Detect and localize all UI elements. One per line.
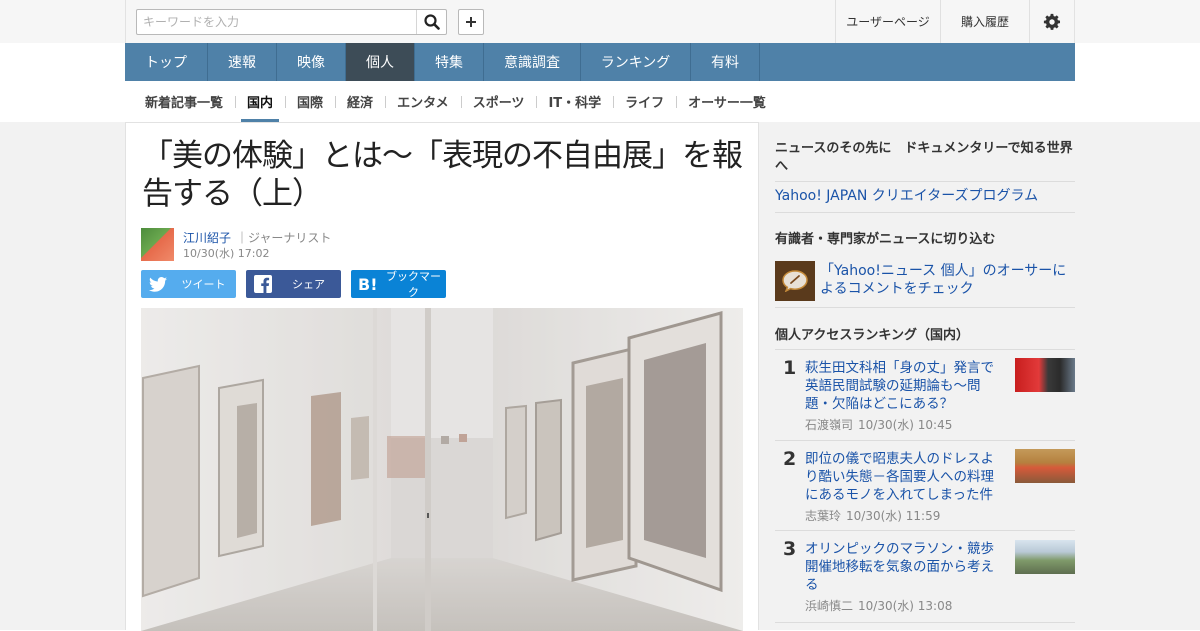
nav-survey[interactable]: 意識調査 xyxy=(484,43,581,81)
divider xyxy=(775,212,1075,213)
hatena-bookmark-icon: B! xyxy=(358,276,378,292)
nav-ranking[interactable]: ランキング xyxy=(581,43,691,81)
comment-thumbnail[interactable] xyxy=(775,261,815,301)
purchase-history-link[interactable]: 購入履歴 xyxy=(940,0,1029,43)
experts-comment-link[interactable]: 「Yahoo!ニュース 個人」のオーサーによるコメントをチェック xyxy=(820,262,1070,298)
article: 「美の体験」とは～「表現の不自由展」を報告する（上） 江川紹子 ｜ジャーナリスト… xyxy=(125,122,759,631)
rank-title[interactable]: 即位の儀で昭恵夫人のドレスより酷い失態－各国要人への料理にあるモノを入れてしまっ… xyxy=(805,450,1003,504)
rank-number: 2 xyxy=(783,448,797,470)
tweet-button[interactable]: ツイート xyxy=(141,270,236,298)
rank-thumbnail[interactable] xyxy=(1015,358,1075,392)
rank-author: 志葉玲 xyxy=(805,509,842,523)
search-box xyxy=(136,9,447,35)
rank-title[interactable]: オリンピックのマラソン・競歩 開催地移転を気象の面から考える xyxy=(805,540,1008,594)
tweet-label: ツイート xyxy=(181,278,226,291)
search-button[interactable] xyxy=(416,10,446,34)
rank-date: 10/30(水) 13:08 xyxy=(858,599,953,613)
rank-title[interactable]: 萩生田文科相「身の丈」発言で英語民間試験の延期論も～問題・欠陥はどこにある？ xyxy=(805,359,1003,413)
nav-video[interactable]: 映像 xyxy=(277,43,346,81)
rank-number: 1 xyxy=(783,357,797,379)
rank-thumbnail[interactable] xyxy=(1015,449,1075,483)
nav-features[interactable]: 特集 xyxy=(415,43,484,81)
subnav-sports[interactable]: スポーツ xyxy=(460,81,537,122)
subnav-economy[interactable]: 経済 xyxy=(335,81,385,122)
rank-date: 10/30(水) 10:45 xyxy=(858,418,953,432)
rank-number: 3 xyxy=(783,538,797,560)
sidebar: ニュースのその先に ドキュメンタリーで知る世界へ Yahoo! JAPAN クリ… xyxy=(775,122,1075,630)
author-name[interactable]: 江川紹子 xyxy=(183,229,231,246)
twitter-icon xyxy=(149,276,167,292)
divider xyxy=(775,530,1075,531)
nav-breaking[interactable]: 速報 xyxy=(208,43,277,81)
subnav-life[interactable]: ライフ xyxy=(613,81,676,122)
svg-text:B!: B! xyxy=(358,276,378,292)
settings-button[interactable] xyxy=(1029,0,1074,43)
article-title: 「美の体験」とは～「表現の不自由展」を報告する（上） xyxy=(142,138,743,212)
article-date: 10/30(水) 17:02 xyxy=(183,247,270,260)
top-utility-bar: ユーザーページ 購入履歴 xyxy=(125,0,1075,43)
promo-heading: ニュースのその先に ドキュメンタリーで知る世界へ xyxy=(775,141,1073,174)
subnav-domestic[interactable]: 国内 xyxy=(235,81,285,122)
subnav-it-science[interactable]: IT・科学 xyxy=(536,81,613,122)
subnav-authors[interactable]: オーサー一覧 xyxy=(676,81,778,122)
hatena-bookmark-button[interactable]: B! ブックマーク xyxy=(351,270,446,299)
search-input[interactable] xyxy=(137,10,417,34)
divider xyxy=(775,307,1075,308)
gear-icon xyxy=(1043,13,1061,30)
nav-individual[interactable]: 個人 xyxy=(346,43,415,81)
author-role: ｜ジャーナリスト xyxy=(236,231,332,245)
rank-date: 10/30(水) 11:59 xyxy=(846,509,941,523)
rank-author: 浜崎慎二 xyxy=(805,599,854,613)
subnav-latest[interactable]: 新着記事一覧 xyxy=(133,81,235,122)
speech-bubble-icon xyxy=(782,270,808,292)
divider xyxy=(775,622,1075,623)
rank-author: 石渡嶺司 xyxy=(805,418,854,432)
user-page-link[interactable]: ユーザーページ xyxy=(835,0,940,43)
main-nav: トップ 速報 映像 個人 特集 意識調査 ランキング 有料 xyxy=(125,43,1075,81)
share-label: シェア xyxy=(292,278,325,291)
divider xyxy=(775,349,1075,350)
experts-heading: 有識者・専門家がニュースに切り込む xyxy=(775,232,996,247)
nav-paid[interactable]: 有料 xyxy=(691,43,760,81)
creators-program-link[interactable]: Yahoo! JAPAN クリエイターズプログラム xyxy=(775,187,1038,205)
bookmark-label: ブックマーク xyxy=(386,270,441,299)
author-avatar[interactable] xyxy=(141,228,174,261)
search-icon xyxy=(423,14,440,30)
nav-top[interactable]: トップ xyxy=(125,43,208,81)
facebook-icon xyxy=(254,275,272,293)
plus-icon xyxy=(466,17,476,27)
facebook-share-button[interactable]: シェア xyxy=(246,270,341,298)
rank-thumbnail[interactable] xyxy=(1015,540,1075,574)
divider xyxy=(775,440,1075,441)
ranking-heading: 個人アクセスランキング（国内） xyxy=(775,328,969,343)
subnav-international[interactable]: 国際 xyxy=(285,81,335,122)
sub-nav: 新着記事一覧 国内 国際 経済 エンタメ スポーツ IT・科学 ライフ オーサー… xyxy=(125,81,1075,122)
article-hero-image xyxy=(141,308,743,631)
divider xyxy=(775,181,1075,182)
add-button[interactable] xyxy=(458,9,484,35)
subnav-entertainment[interactable]: エンタメ xyxy=(385,81,461,122)
